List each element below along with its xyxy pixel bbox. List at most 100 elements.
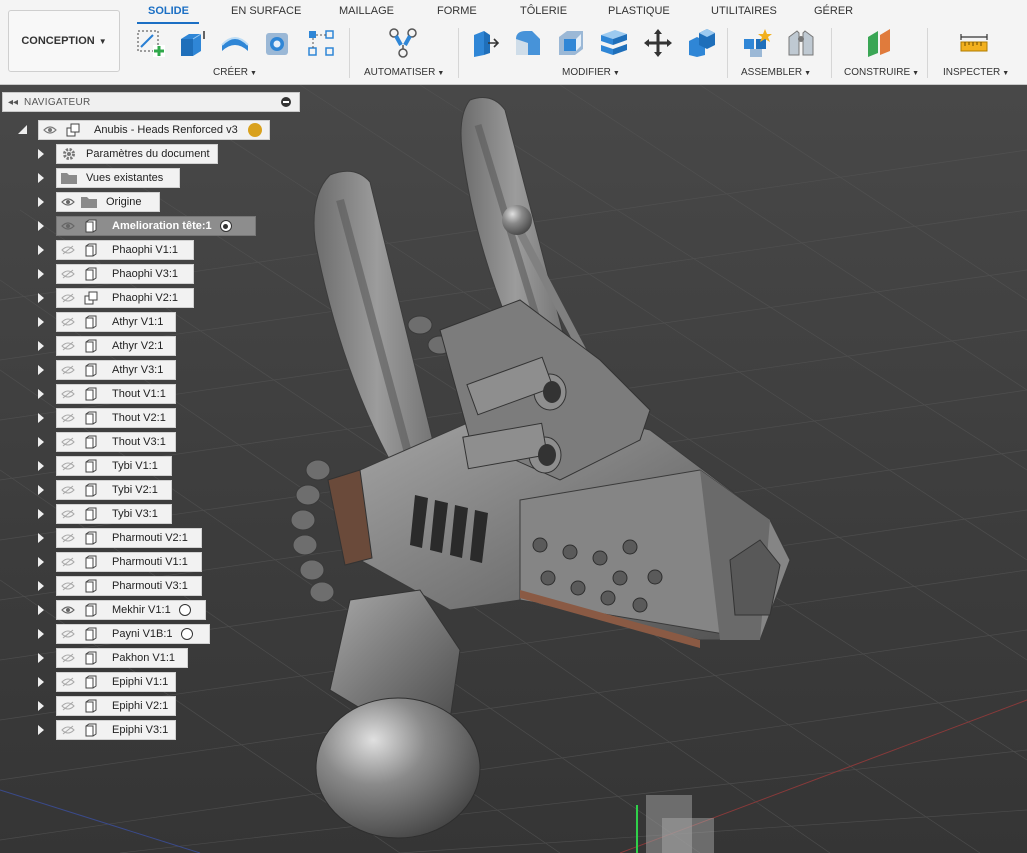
group-automatiser[interactable]: AUTOMATISER ▼ bbox=[364, 67, 444, 78]
tree-component-13[interactable]: Pharmouti V2:1 bbox=[56, 528, 202, 548]
expand-arrow-icon[interactable] bbox=[38, 365, 44, 375]
tab-maillage[interactable]: MAILLAGE bbox=[339, 5, 394, 17]
tree-component-9[interactable]: Thout V3:1 bbox=[56, 432, 176, 452]
expand-arrow-icon[interactable] bbox=[38, 725, 44, 735]
eye-hidden-icon[interactable] bbox=[60, 460, 76, 472]
tree-folder-1[interactable]: Vues existantes bbox=[56, 168, 180, 188]
eye-icon[interactable] bbox=[42, 124, 58, 136]
eye-hidden-icon[interactable] bbox=[60, 484, 76, 496]
tree-component-15[interactable]: Pharmouti V3:1 bbox=[56, 576, 202, 596]
tree-component-1[interactable]: Phaophi V1:1 bbox=[56, 240, 194, 260]
new-component-icon[interactable] bbox=[740, 26, 774, 60]
expand-arrow-icon[interactable] bbox=[38, 269, 44, 279]
expand-arrow-icon[interactable] bbox=[38, 389, 44, 399]
group-construire[interactable]: CONSTRUIRE ▼ bbox=[844, 67, 919, 78]
eye-icon[interactable] bbox=[60, 604, 76, 616]
activate-radio-icon[interactable] bbox=[180, 628, 193, 640]
collapse-navigator-icon[interactable]: ◂◂ bbox=[8, 97, 18, 108]
eye-icon[interactable] bbox=[60, 220, 76, 232]
expand-arrow-icon[interactable] bbox=[38, 197, 44, 207]
joint-icon[interactable] bbox=[784, 26, 818, 60]
hole-icon[interactable] bbox=[261, 26, 295, 60]
tree-component-19[interactable]: Epiphi V1:1 bbox=[56, 672, 176, 692]
eye-hidden-icon[interactable] bbox=[60, 244, 76, 256]
tree-component-7[interactable]: Thout V1:1 bbox=[56, 384, 176, 404]
measure-icon[interactable] bbox=[957, 26, 991, 60]
tree-component-17[interactable]: Payni V1B:1 bbox=[56, 624, 210, 644]
expand-arrow-icon[interactable] bbox=[38, 173, 44, 183]
eye-hidden-icon[interactable] bbox=[60, 388, 76, 400]
expand-arrow-icon[interactable] bbox=[38, 701, 44, 711]
expand-arrow-icon[interactable] bbox=[38, 437, 44, 447]
eye-hidden-icon[interactable] bbox=[60, 268, 76, 280]
tree-component-8[interactable]: Thout V2:1 bbox=[56, 408, 176, 428]
tab-solide[interactable]: SOLIDE bbox=[148, 5, 189, 17]
expand-arrow-icon[interactable] bbox=[38, 461, 44, 471]
group-inspecter[interactable]: INSPECTER ▼ bbox=[943, 67, 1009, 78]
eye-hidden-icon[interactable] bbox=[60, 412, 76, 424]
tree-component-16[interactable]: Mekhir V1:1 bbox=[56, 600, 206, 620]
expand-arrow-icon[interactable] bbox=[38, 533, 44, 543]
eye-hidden-icon[interactable] bbox=[60, 676, 76, 688]
tree-component-10[interactable]: Tybi V1:1 bbox=[56, 456, 172, 476]
expand-arrow-icon[interactable] bbox=[38, 341, 44, 351]
fillet-icon[interactable] bbox=[511, 26, 545, 60]
tab-gerer[interactable]: GÉRER bbox=[814, 5, 853, 17]
eye-hidden-icon[interactable] bbox=[60, 724, 76, 736]
revolve-icon[interactable] bbox=[218, 26, 252, 60]
tree-component-3[interactable]: Phaophi V2:1 bbox=[56, 288, 194, 308]
combine-icon[interactable] bbox=[597, 26, 631, 60]
minimize-icon[interactable] bbox=[281, 97, 291, 107]
tree-component-12[interactable]: Tybi V3:1 bbox=[56, 504, 172, 524]
offset-plane-icon[interactable] bbox=[862, 26, 896, 60]
tree-component-2[interactable]: Phaophi V3:1 bbox=[56, 264, 194, 284]
expand-arrow-icon[interactable] bbox=[38, 485, 44, 495]
expand-arrow-icon[interactable] bbox=[38, 605, 44, 615]
tree-component-18[interactable]: Pakhon V1:1 bbox=[56, 648, 188, 668]
tree-folder-0[interactable]: Paramètres du document bbox=[56, 144, 218, 164]
tree-component-6[interactable]: Athyr V3:1 bbox=[56, 360, 176, 380]
expand-arrow-icon[interactable] bbox=[38, 293, 44, 303]
expand-arrow-icon[interactable] bbox=[38, 653, 44, 663]
eye-hidden-icon[interactable] bbox=[60, 628, 76, 640]
eye-hidden-icon[interactable] bbox=[60, 532, 76, 544]
eye-icon[interactable] bbox=[60, 196, 76, 208]
tree-component-0[interactable]: Amelioration tête:1 bbox=[56, 216, 256, 236]
eye-hidden-icon[interactable] bbox=[60, 364, 76, 376]
tree-folder-2[interactable]: Origine bbox=[56, 192, 160, 212]
activate-radio-icon[interactable] bbox=[219, 220, 232, 232]
tree-component-11[interactable]: Tybi V2:1 bbox=[56, 480, 172, 500]
eye-hidden-icon[interactable] bbox=[60, 556, 76, 568]
press-pull-icon[interactable] bbox=[467, 26, 501, 60]
tree-component-14[interactable]: Pharmouti V1:1 bbox=[56, 552, 202, 572]
tree-component-21[interactable]: Epiphi V3:1 bbox=[56, 720, 176, 740]
eye-hidden-icon[interactable] bbox=[60, 436, 76, 448]
eye-hidden-icon[interactable] bbox=[60, 316, 76, 328]
workspace-dropdown[interactable]: CONCEPTION ▼ bbox=[8, 10, 120, 72]
align-icon[interactable] bbox=[684, 26, 718, 60]
automate-icon[interactable] bbox=[386, 26, 420, 60]
activate-radio-icon[interactable] bbox=[178, 604, 191, 616]
pattern-icon[interactable] bbox=[304, 26, 338, 60]
tab-forme[interactable]: FORME bbox=[437, 5, 477, 17]
tab-tolerie[interactable]: TÔLERIE bbox=[520, 5, 567, 17]
eye-hidden-icon[interactable] bbox=[60, 652, 76, 664]
expand-arrow-icon[interactable] bbox=[38, 509, 44, 519]
eye-hidden-icon[interactable] bbox=[60, 508, 76, 520]
expand-arrow-icon[interactable] bbox=[38, 221, 44, 231]
tab-en-surface[interactable]: EN SURFACE bbox=[231, 5, 301, 17]
expand-arrow-icon[interactable] bbox=[38, 245, 44, 255]
create-sketch-icon[interactable] bbox=[134, 26, 168, 60]
tab-utilitaires[interactable]: UTILITAIRES bbox=[711, 5, 777, 17]
tree-component-20[interactable]: Epiphi V2:1 bbox=[56, 696, 176, 716]
group-assembler[interactable]: ASSEMBLER ▼ bbox=[741, 67, 811, 78]
eye-hidden-icon[interactable] bbox=[60, 292, 76, 304]
expand-arrow-icon[interactable] bbox=[38, 581, 44, 591]
tree-component-4[interactable]: Athyr V1:1 bbox=[56, 312, 176, 332]
expand-arrow-icon[interactable] bbox=[38, 677, 44, 687]
tab-plastique[interactable]: PLASTIQUE bbox=[608, 5, 670, 17]
expanded-arrow-icon[interactable] bbox=[18, 125, 27, 134]
eye-hidden-icon[interactable] bbox=[60, 700, 76, 712]
group-creer[interactable]: CRÉER ▼ bbox=[213, 67, 257, 78]
eye-hidden-icon[interactable] bbox=[60, 580, 76, 592]
